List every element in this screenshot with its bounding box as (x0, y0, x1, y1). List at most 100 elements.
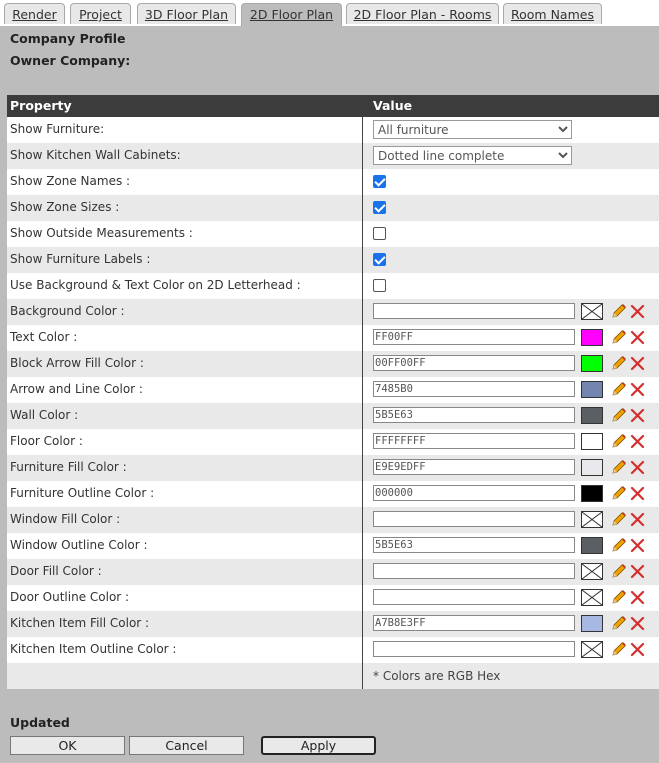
no-color-swatch-icon[interactable] (581, 303, 603, 320)
delete-icon[interactable] (630, 564, 645, 579)
color-hex-input[interactable]: FF00FF (373, 329, 575, 345)
checkbox[interactable] (373, 227, 386, 240)
company-profile-label: Company Profile (10, 31, 126, 46)
delete-icon[interactable] (630, 330, 645, 345)
color-hex-input[interactable] (373, 511, 575, 527)
delete-icon[interactable] (630, 486, 645, 501)
table-row: Furniture Fill Color : E9E9EDFF (7, 455, 659, 481)
pencil-icon[interactable] (611, 641, 627, 657)
delete-icon[interactable] (630, 382, 645, 397)
pencil-icon[interactable] (611, 433, 627, 449)
property-label: Window Fill Color : (10, 512, 121, 526)
delete-icon[interactable] (630, 356, 645, 371)
show-furniture-select[interactable]: All furniture (373, 120, 572, 139)
delete-icon[interactable] (630, 538, 645, 553)
tab-3d-floor-plan[interactable]: 3D Floor Plan (137, 3, 236, 24)
color-hex-input[interactable]: 5B5E63 (373, 407, 575, 423)
property-label: Show Outside Measurements : (10, 226, 193, 240)
no-color-swatch-icon[interactable] (581, 589, 603, 606)
tab-room-names[interactable]: Room Names (503, 3, 602, 24)
checkbox[interactable] (373, 201, 386, 214)
delete-icon[interactable] (630, 460, 645, 475)
no-color-swatch-icon[interactable] (581, 511, 603, 528)
color-hex-input[interactable]: 000000 (373, 485, 575, 501)
property-label: Show Zone Names : (10, 174, 131, 188)
tab-render[interactable]: Render (4, 3, 65, 24)
color-hex-input[interactable] (373, 589, 575, 605)
tab-2d-floor-plan[interactable]: 2D Floor Plan (241, 3, 342, 27)
color-hex-input[interactable]: E9E9EDFF (373, 459, 575, 475)
pencil-icon[interactable] (611, 355, 627, 371)
table-row: Show Furniture Labels : (7, 247, 659, 273)
property-label: Floor Color : (10, 434, 83, 448)
status-text: Updated (10, 715, 70, 730)
color-hex-input[interactable]: A7B8E3FF (373, 615, 575, 631)
delete-icon[interactable] (630, 408, 645, 423)
table-row: Door Outline Color : (7, 585, 659, 611)
pencil-icon[interactable] (611, 537, 627, 553)
pencil-icon[interactable] (611, 303, 627, 319)
pencil-icon[interactable] (611, 459, 627, 475)
pencil-icon[interactable] (611, 563, 627, 579)
checkbox[interactable] (373, 279, 386, 292)
property-label: Wall Color : (10, 408, 79, 422)
color-swatch[interactable] (581, 459, 603, 476)
color-swatch[interactable] (581, 485, 603, 502)
pencil-icon[interactable] (611, 329, 627, 345)
tab-project[interactable]: Project (70, 3, 131, 24)
ok-button[interactable]: OK (10, 736, 125, 755)
property-label: Show Furniture Labels : (10, 252, 151, 266)
table-row: Show Zone Names : (7, 169, 659, 195)
no-color-swatch-icon[interactable] (581, 563, 603, 580)
tab-bar: Render Project 3D Floor Plan 2D Floor Plan 2… (0, 0, 659, 27)
delete-icon[interactable] (630, 642, 645, 657)
checkbox[interactable] (373, 253, 386, 266)
color-hex-input[interactable]: 00FF00FF (373, 355, 575, 371)
cancel-button[interactable]: Cancel (129, 736, 244, 755)
delete-icon[interactable] (630, 616, 645, 631)
delete-icon[interactable] (630, 512, 645, 527)
color-hex-input[interactable] (373, 563, 575, 579)
pencil-icon[interactable] (611, 381, 627, 397)
color-hex-input[interactable] (373, 303, 575, 319)
pencil-icon[interactable] (611, 589, 627, 605)
kitchen-wall-cabinets-select[interactable]: Dotted line complete (373, 146, 572, 165)
pencil-icon[interactable] (611, 485, 627, 501)
table-row: Kitchen Item Outline Color : (7, 637, 659, 663)
delete-icon[interactable] (630, 590, 645, 605)
table-row: Arrow and Line Color : 7485B0 (7, 377, 659, 403)
table-row: Use Background & Text Color on 2D Letter… (7, 273, 659, 299)
color-swatch[interactable] (581, 433, 603, 450)
owner-company-label: Owner Company: (10, 53, 131, 68)
table-row: Background Color : (7, 299, 659, 325)
color-hex-input[interactable]: 7485B0 (373, 381, 575, 397)
properties-table: Property Value Show Furniture: All furnit… (7, 95, 659, 689)
apply-button[interactable]: Apply (261, 736, 376, 755)
table-row: Show Zone Sizes : (7, 195, 659, 221)
delete-icon[interactable] (630, 434, 645, 449)
color-swatch[interactable] (581, 381, 603, 398)
table-row: Show Kitchen Wall Cabinets: Dotted line c… (7, 143, 659, 169)
pencil-icon[interactable] (611, 407, 627, 423)
tab-2d-floor-plan-rooms[interactable]: 2D Floor Plan - Rooms (346, 3, 499, 24)
property-label: Show Kitchen Wall Cabinets: (10, 148, 181, 162)
color-swatch[interactable] (581, 329, 603, 346)
property-label: Use Background & Text Color on 2D Letter… (10, 278, 301, 292)
table-row: Wall Color : 5B5E63 (7, 403, 659, 429)
color-swatch[interactable] (581, 615, 603, 632)
color-swatch[interactable] (581, 355, 603, 372)
no-color-swatch-icon[interactable] (581, 641, 603, 658)
color-swatch[interactable] (581, 407, 603, 424)
pencil-icon[interactable] (611, 511, 627, 527)
property-label: Kitchen Item Outline Color : (10, 642, 177, 656)
color-swatch[interactable] (581, 537, 603, 554)
pencil-icon[interactable] (611, 615, 627, 631)
color-hex-input[interactable]: FFFFFFFF (373, 433, 575, 449)
rgb-hex-note: * Colors are RGB Hex (373, 669, 501, 683)
color-hex-input[interactable] (373, 641, 575, 657)
property-column-header: Property (10, 98, 72, 113)
checkbox[interactable] (373, 175, 386, 188)
table-row: Text Color : FF00FF (7, 325, 659, 351)
delete-icon[interactable] (630, 304, 645, 319)
color-hex-input[interactable]: 5B5E63 (373, 537, 575, 553)
